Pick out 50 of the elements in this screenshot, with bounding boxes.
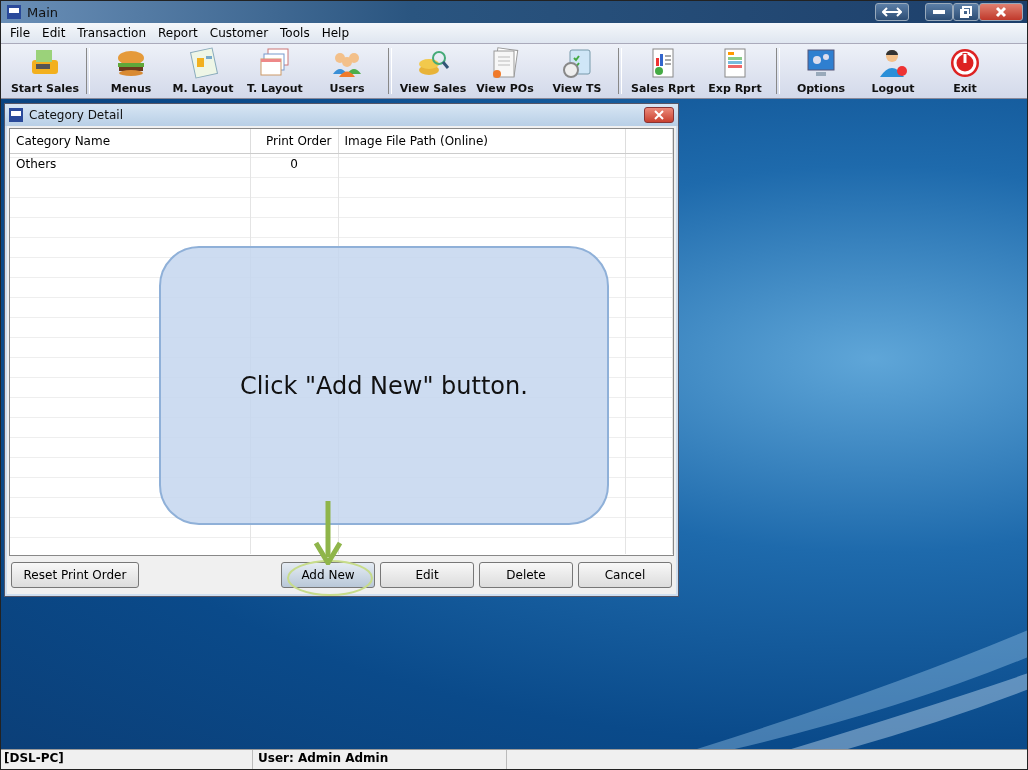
close-icon [654, 110, 664, 120]
status-text: User: Admin Admin [253, 750, 507, 769]
close-icon [995, 6, 1007, 18]
close-button[interactable] [979, 3, 1023, 21]
minimize-button[interactable] [925, 3, 953, 21]
toolbar-button[interactable]: T. Layout [239, 44, 311, 98]
toolbar-button[interactable]: Start Sales [9, 44, 81, 98]
menu-item[interactable]: Edit [36, 26, 72, 40]
toolbar-button[interactable]: Logout [857, 44, 929, 98]
toolbar-button[interactable]: Sales Rprt [627, 44, 699, 98]
close-button[interactable] [644, 107, 674, 123]
toolbar-button[interactable]: View POs [469, 44, 541, 98]
status-text: [DSL-PC] [1, 750, 253, 769]
toolbar-button[interactable]: Exit [929, 44, 1001, 98]
menu-item[interactable]: File [4, 26, 37, 40]
menu-item[interactable]: Report [152, 26, 204, 40]
menu-item[interactable]: Customer [203, 26, 275, 40]
column-header[interactable]: Category Name [10, 129, 250, 154]
toolbar-button[interactable]: Users [311, 44, 383, 98]
toolbar-button[interactable]: View TS [541, 44, 613, 98]
table-cell: Others [10, 153, 250, 174]
dialog-title: Category Detail [29, 108, 123, 122]
dialog-button[interactable]: Reset Print Order [11, 562, 139, 588]
maximize-icon [960, 6, 972, 18]
menu-item[interactable]: Help [315, 26, 355, 40]
column-header[interactable]: Print Order [250, 129, 338, 154]
dialog-button[interactable]: Add New [281, 562, 375, 588]
app-logo-icon [9, 108, 23, 122]
menu-item[interactable]: Transaction [71, 26, 152, 40]
app-logo-icon [7, 5, 21, 19]
clipboard-icon [560, 46, 594, 80]
dialog-button[interactable]: Cancel [578, 562, 672, 588]
power-icon [948, 46, 982, 80]
dialog-button[interactable]: Edit [380, 562, 474, 588]
resize-button[interactable] [875, 3, 909, 21]
callout-text: Click "Add New" button. [240, 371, 528, 400]
minimize-icon [933, 10, 945, 14]
toolbar-button[interactable]: Options [785, 44, 857, 98]
toolbar-button[interactable]: View Sales [397, 44, 469, 98]
column-header[interactable]: Image File Path (Online) [338, 129, 625, 154]
toolbar-button[interactable]: Menus [95, 44, 167, 98]
menu-item[interactable]: Tools [274, 26, 316, 40]
toolbar-button[interactable]: M. Layout [167, 44, 239, 98]
table-cell: 0 [250, 153, 338, 174]
pointer-arrow [313, 499, 343, 565]
toolbar-button[interactable]: Exp Rprt [699, 44, 771, 98]
maximize-button[interactable] [953, 3, 979, 21]
dialog-button[interactable]: Delete [479, 562, 573, 588]
window-title: Main [27, 4, 59, 20]
double-arrow-icon [882, 7, 902, 17]
